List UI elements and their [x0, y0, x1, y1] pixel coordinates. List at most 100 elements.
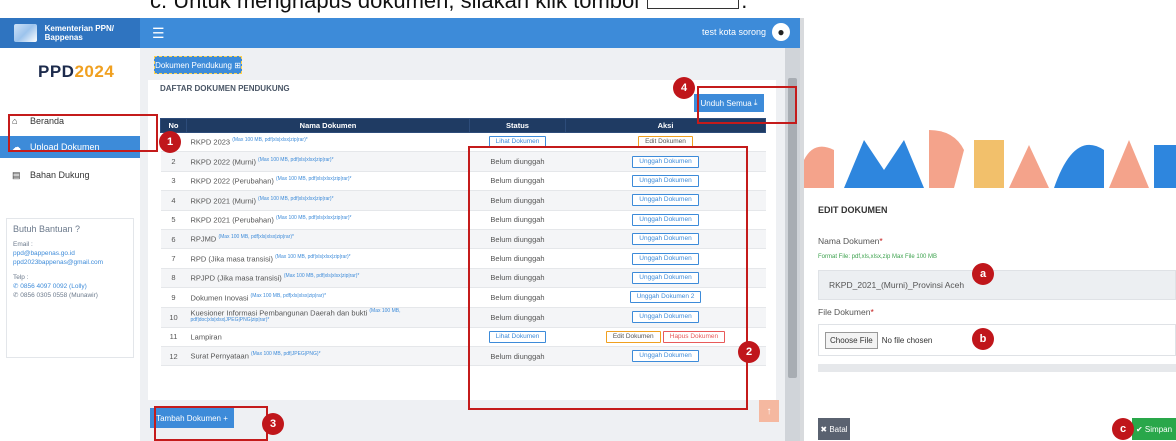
document-name-cell: RPJMD (Max 100 MB, pdf|xls|xlsx|zip|rar)… [186, 229, 470, 250]
highlight-tambah-dokumen [154, 406, 268, 441]
telp-2[interactable]: ✆ 0856 0305 0558 (Munawir) [13, 291, 127, 300]
file-format-note: (Max 100 MB, pdf|JPEG|PNG)* [250, 351, 321, 358]
file-dokumen-label-text: File Dokumen [818, 307, 871, 317]
menu-toggle-icon[interactable]: ☰ [152, 25, 165, 42]
marker-3: 3 [262, 413, 284, 435]
document-name: RKPD 2022 (Perubahan) [190, 176, 274, 186]
caption: c. Untuk menghapus dokumen, silakan klik… [150, 0, 747, 14]
marker-c: c [1112, 418, 1134, 440]
user-menu[interactable]: test kota sorong ● [702, 23, 790, 41]
required-mark: * [879, 236, 883, 246]
file-format-note: (Max 100 MB, pdf|xls|xlsx|zip|rar)* [250, 292, 327, 299]
highlight-aksi-column [468, 146, 748, 410]
document-name: Dokumen Inovasi [190, 293, 249, 303]
required-mark: * [870, 307, 874, 317]
divider-bar [818, 364, 1176, 372]
caption-button-placeholder [647, 0, 740, 10]
caption-number: c. [150, 0, 174, 13]
sidebar: PPD2024 ⌂ Beranda ☁ Upload Dokumen ▤ Bah… [0, 48, 140, 441]
document-name-cell: Dokumen Inovasi (Max 100 MB, pdf|xls|xls… [186, 287, 470, 308]
document-name-cell: RKPD 2022 (Perubahan) (Max 100 MB, pdf|x… [186, 171, 470, 192]
document-name-cell: Kuesioner Informasi Pembangunan Daerah d… [186, 307, 470, 328]
document-name-cell: RKPD 2021 (Perubahan) (Max 100 MB, pdf|x… [186, 210, 470, 230]
row-number: 12 [160, 346, 187, 367]
ppd-logo: PPD2024 [38, 62, 114, 82]
file-format-note: (Max 100 MB, pdf|xls|xlsx|zip|rar)* [275, 176, 352, 183]
telp-1[interactable]: ✆ 0856 4097 0092 (Lolly) [13, 282, 127, 291]
highlight-upload-dokumen [8, 114, 158, 152]
batal-button[interactable]: ✖ Batal [818, 418, 850, 440]
row-number: 11 [160, 327, 187, 347]
document-name: RKPD 2022 (Murni) [190, 157, 256, 167]
help-box: Butuh Bantuan ? Email : ppd@bappenas.go.… [6, 218, 134, 358]
row-number: 4 [160, 190, 187, 211]
document-name: RPJPD (Jika masa transisi) [190, 273, 282, 283]
screenshot-stage: c. Untuk menghapus dokumen, silakan klik… [0, 0, 1176, 441]
ppd-logo-text: PPD [38, 62, 75, 81]
file-format-note: (Max 100 MB, pdf|xls|xlsx|zip|rar)* [275, 215, 352, 221]
decorative-banner [804, 130, 1176, 188]
document-name: Lampiran [190, 332, 222, 342]
brand-name: Kementerian PPN/ Bappenas [44, 24, 114, 42]
col-nama: Nama Dokumen [186, 118, 470, 133]
email-link-1[interactable]: ppd@bappenas.go.id [13, 249, 127, 258]
document-icon: ▤ [12, 169, 21, 180]
row-number: 5 [160, 210, 187, 230]
file-dokumen-label: File Dokumen* [818, 307, 874, 317]
document-name: RKPD 2021 (Perubahan) [190, 215, 274, 225]
sidebar-item-bahan-dukung[interactable]: ▤ Bahan Dukung [0, 164, 140, 186]
document-name-cell: RKPD 2023 (Max 100 MB, pdf|xls|xlsx|zip|… [186, 132, 470, 153]
row-number: 2 [160, 151, 187, 172]
user-avatar-icon: ● [772, 23, 790, 41]
simpan-button[interactable]: ✔ Simpan [1132, 418, 1176, 440]
user-name: test kota sorong [701, 27, 766, 37]
tab-dokumen-pendukung[interactable]: Dokumen Pendukung ⊞ [154, 56, 242, 74]
file-format-note: (Max 100 MB, pdf|xls|xlsx|zip|rar)* [218, 234, 294, 241]
col-no: No [160, 118, 187, 133]
row-number: 7 [160, 248, 187, 269]
highlight-unduh-semua [697, 86, 797, 124]
nama-dokumen-label-text: Nama Dokumen [818, 236, 880, 246]
file-format-note: (Max 100 MB, pdf|xls|xlsx|zip|rar)* [275, 253, 351, 260]
email-label: Email : [13, 241, 33, 248]
card-title: DAFTAR DOKUMEN PENDUKUNG [160, 84, 290, 93]
file-format-note: (Max 100 MB, pdf|xls|xlsx|zip|rar)* [258, 156, 334, 163]
top-bar: Kementerian PPN/ Bappenas ☰ test kota so… [0, 18, 800, 48]
choose-file-button[interactable]: Choose File [825, 331, 878, 349]
bappenas-logo [14, 24, 37, 42]
telp-label: Telp : [13, 274, 29, 281]
document-name: RKPD 2021 (Murni) [190, 196, 256, 206]
marker-2: 2 [738, 341, 760, 363]
ppd-logo-year: 2024 [74, 62, 115, 81]
marker-4: 4 [673, 77, 695, 99]
caption-end: . [741, 0, 748, 13]
edit-dokumen-panel: EDIT DOKUMEN Nama Dokumen* Format File: … [804, 18, 1176, 441]
nama-dokumen-field[interactable]: RKPD_2021_(Murni)_Provinsi Aceh [818, 270, 1176, 300]
row-number: 9 [160, 287, 187, 308]
panel-title: EDIT DOKUMEN [818, 205, 888, 215]
file-format-note: (Max 100 MB, pdf|xls|xlsx|zip|rar)* [283, 273, 360, 280]
file-input[interactable]: Choose File No file chosen [818, 324, 1176, 356]
col-status: Status [469, 118, 566, 133]
nama-dokumen-label: Nama Dokumen* [818, 236, 883, 246]
brand[interactable]: Kementerian PPN/ Bappenas [0, 18, 140, 48]
marker-a: a [972, 263, 994, 285]
row-number: 10 [160, 307, 187, 328]
document-name-cell: RKPD 2021 (Murni) (Max 100 MB, pdf|xls|x… [186, 190, 470, 211]
format-hint: Format File: pdf,xls,xlsx,zip Max File 1… [818, 254, 938, 260]
marker-b: b [972, 328, 994, 350]
document-name: RKPD 2023 [190, 137, 231, 147]
row-number: 8 [160, 268, 187, 289]
document-name: Kuesioner Informasi Pembangunan Daerah d… [190, 308, 368, 318]
caption-text: Untuk menghapus dokumen, silakan klik to… [173, 0, 640, 13]
sidebar-item-label: Bahan Dukung [30, 170, 90, 180]
document-name: RPJMD [190, 234, 217, 244]
email-link-2[interactable]: ppd2023bappenas@gmail.com [13, 258, 127, 267]
document-name: Surat Pernyataan [190, 351, 249, 361]
file-format-note: (Max 100 MB, pdf|xls|xlsx|zip|rar)* [258, 195, 334, 202]
document-name-cell: Surat Pernyataan (Max 100 MB, pdf|JPEG|P… [186, 346, 470, 367]
row-number: 3 [160, 171, 187, 192]
file-format-note: (Max 100 MB, pdf|xls|xlsx|zip|rar)* [232, 137, 308, 144]
scroll-top-icon[interactable]: ↑ [759, 400, 779, 422]
table-header-row: No Nama Dokumen Status Aksi [160, 118, 766, 133]
